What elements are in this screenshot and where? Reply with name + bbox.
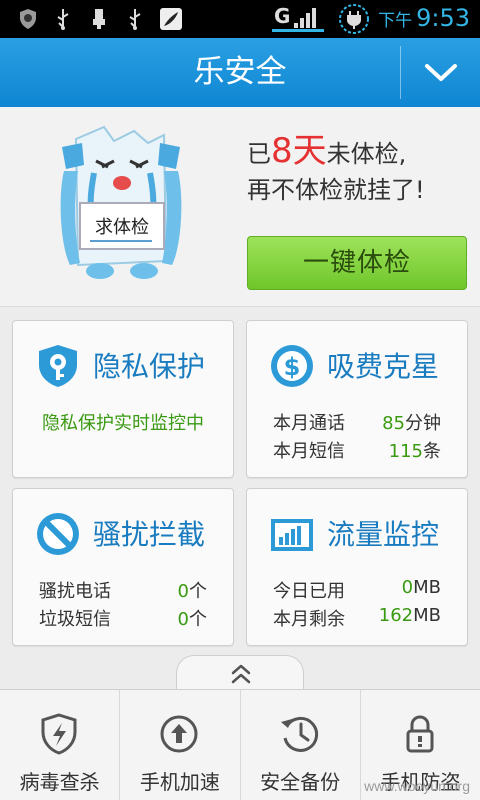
fee-guard-card[interactable]: $ 吸费克星 本月通话 85分钟 本月短信 115条 xyxy=(246,320,468,478)
monthly-calls-value: 85 xyxy=(382,413,405,434)
signal-bars-icon xyxy=(294,8,316,28)
nav-backup[interactable]: 安全备份 xyxy=(239,690,360,800)
checkup-reminder: 已8天未体检, 再不体检就挂了! xyxy=(247,133,425,208)
double-chevron-up-icon xyxy=(231,664,251,684)
traffic-monitor-card[interactable]: 流量监控 今日已用 0MB 本月剩余 162MB xyxy=(246,488,468,646)
usb-icon xyxy=(52,6,74,32)
mascot-sign-text: 求体检 xyxy=(95,217,149,238)
reminder-prefix: 已 xyxy=(247,140,271,168)
dollar-icon: $ xyxy=(271,345,313,387)
spam-sms-unit: 个 xyxy=(189,609,207,630)
block-icon xyxy=(37,513,79,555)
svg-text:$: $ xyxy=(284,353,301,381)
nav-antivirus[interactable]: 病毒查杀 xyxy=(0,690,119,800)
data-used-label: 今日已用 xyxy=(273,581,345,602)
bar-chart-icon xyxy=(271,519,313,551)
data-remaining-value: 162 xyxy=(378,605,414,626)
harass-card-title: 骚扰拦截 xyxy=(93,518,206,551)
backup-history-icon xyxy=(280,716,318,752)
monthly-sms-value: 115 xyxy=(388,441,423,462)
harass-calls-unit: 个 xyxy=(189,581,207,602)
monthly-sms-unit: 条 xyxy=(423,441,441,462)
fee-card-title: 吸费克星 xyxy=(327,350,440,383)
clock-time: 9:53 xyxy=(416,4,470,32)
menu-dropdown-button[interactable] xyxy=(401,38,480,107)
network-type-label: G xyxy=(274,4,291,28)
data-remaining-row: 本月剩余 162MB xyxy=(273,605,441,631)
data-remaining-unit: MB xyxy=(413,605,441,626)
monthly-sms-label: 本月短信 xyxy=(273,441,345,462)
data-remaining-label: 本月剩余 xyxy=(273,609,345,630)
chevron-down-icon xyxy=(424,63,457,81)
harass-calls-row: 骚扰电话 0个 xyxy=(39,577,207,603)
watermark: www.wooyun.org xyxy=(364,778,470,794)
spam-sms-value: 0 xyxy=(177,609,189,630)
privacy-lock-icon xyxy=(39,345,77,387)
expand-panel-handle[interactable] xyxy=(176,655,304,689)
clock-period: 下午 xyxy=(378,11,413,31)
nav-antivirus-label: 病毒查杀 xyxy=(19,770,100,794)
harassment-block-card[interactable]: 骚扰拦截 骚扰电话 0个 垃圾短信 0个 xyxy=(12,488,234,646)
monthly-calls-label: 本月通话 xyxy=(273,413,345,434)
pea-pod-icon xyxy=(158,6,184,32)
data-used-today-row: 今日已用 0MB xyxy=(273,577,441,603)
charging-icon xyxy=(338,3,370,35)
reminder-warning: 再不体检就挂了! xyxy=(247,176,425,204)
privacy-status: 隐私保护实时监控中 xyxy=(42,413,204,434)
usb-debug-icon xyxy=(88,6,110,32)
reminder-suffix: 未体检, xyxy=(326,140,407,168)
usb-icon xyxy=(124,6,146,32)
data-used-value: 0 xyxy=(401,577,414,598)
security-app-icon xyxy=(14,6,42,32)
privacy-protection-card[interactable]: 隐私保护 隐私保护实时监控中 xyxy=(12,320,234,478)
traffic-card-title: 流量监控 xyxy=(327,518,440,551)
days-since-checkup: 8天 xyxy=(271,131,327,171)
monthly-calls-row: 本月通话 85分钟 xyxy=(273,409,441,435)
crying-mascot-icon: 求体检 xyxy=(60,125,182,279)
harass-calls-label: 骚扰电话 xyxy=(39,581,111,602)
harass-calls-value: 0 xyxy=(177,581,189,602)
one-click-checkup-button[interactable]: 一键体检 xyxy=(247,236,467,290)
antivirus-shield-icon xyxy=(41,713,77,755)
spam-sms-label: 垃圾短信 xyxy=(39,609,111,630)
data-used-unit: MB xyxy=(413,577,441,598)
status-bar: G 下午 9:53 xyxy=(0,0,480,38)
monthly-sms-row: 本月短信 115条 xyxy=(273,437,441,463)
spam-sms-row: 垃圾短信 0个 xyxy=(39,605,207,631)
app-title-bar: 乐安全 xyxy=(0,38,480,107)
monthly-calls-unit: 分钟 xyxy=(405,413,441,434)
speed-up-icon xyxy=(160,715,198,753)
clock: 下午 9:53 xyxy=(378,4,470,32)
nav-speed-up-label: 手机加速 xyxy=(139,770,220,794)
nav-backup-label: 安全备份 xyxy=(260,770,341,794)
signal-indicator: G xyxy=(270,2,326,34)
checkup-banner: 求体检 已8天未体检, 再不体检就挂了! 一键体检 xyxy=(0,107,480,307)
privacy-card-title: 隐私保护 xyxy=(93,350,206,383)
anti-theft-lock-icon xyxy=(406,715,434,753)
app-title: 乐安全 xyxy=(193,54,287,90)
nav-speed-up[interactable]: 手机加速 xyxy=(119,690,239,800)
